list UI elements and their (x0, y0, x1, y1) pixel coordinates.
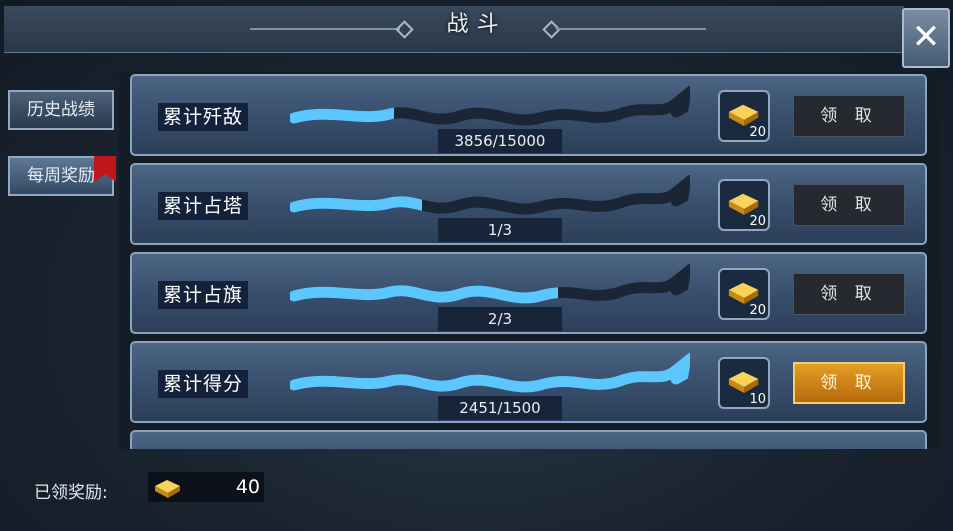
progress-text: 2/3 (438, 307, 562, 331)
tab-weekly-reward[interactable]: 每周奖励 (8, 156, 116, 196)
claimed-rewards-label: 已领奖励: (34, 483, 108, 503)
reward-row: 累计歼敌 3856/15000 20 领 取 (130, 74, 927, 156)
tab-label: 历史战绩 (27, 100, 95, 120)
reward-count: 20 (749, 214, 766, 229)
reward-count: 10 (749, 392, 766, 407)
tab-history-record[interactable]: 历史战绩 (8, 90, 114, 130)
reward-label: 累计占旗 (158, 281, 249, 309)
reward-row-partial (130, 430, 927, 449)
progress-text: 2451/1500 (438, 396, 562, 420)
claim-button[interactable]: 领 取 (793, 95, 905, 137)
progress-text: 1/3 (438, 218, 562, 242)
battle-window: 战斗 ✕ 历史战绩 每周奖励 累计歼敌 3856/15000 20 领 取累计占塔 1/… (0, 0, 953, 531)
reward-list[interactable]: 累计歼敌 3856/15000 20 领 取累计占塔 1/3 20 领 取累计占旗 2/3 20… (119, 72, 941, 449)
reward-label: 累计得分 (158, 370, 249, 398)
reward-item-slot[interactable]: 10 (718, 357, 770, 409)
reward-count: 20 (749, 125, 766, 140)
progress-text: 3856/15000 (438, 129, 562, 153)
claimed-rewards-box: 40 (148, 472, 264, 502)
reward-row: 累计占塔 1/3 20 领 取 (130, 163, 927, 245)
close-button[interactable]: ✕ (902, 8, 950, 68)
reward-label: 累计占塔 (158, 192, 249, 220)
reward-item-slot[interactable]: 20 (718, 179, 770, 231)
reward-row: 累计得分 2451/1500 10 领 取 (130, 341, 927, 423)
dragon-fill (290, 353, 690, 393)
reward-item-slot[interactable]: 20 (718, 90, 770, 142)
claim-button[interactable]: 领 取 (793, 362, 905, 404)
claim-button[interactable]: 领 取 (793, 184, 905, 226)
title-ornament-right (556, 28, 706, 30)
reward-row: 累计占旗 2/3 20 领 取 (130, 252, 927, 334)
reward-label: 累计歼敌 (158, 103, 249, 131)
claimed-rewards-value: 40 (235, 476, 260, 498)
reward-count: 20 (749, 303, 766, 318)
window-title: 战斗 (446, 12, 507, 37)
tab-label: 每周奖励 (27, 166, 95, 186)
gold-ingot-icon (155, 480, 180, 498)
notification-flag-icon (94, 156, 116, 182)
claim-button[interactable]: 领 取 (793, 273, 905, 315)
reward-item-slot[interactable]: 20 (718, 268, 770, 320)
